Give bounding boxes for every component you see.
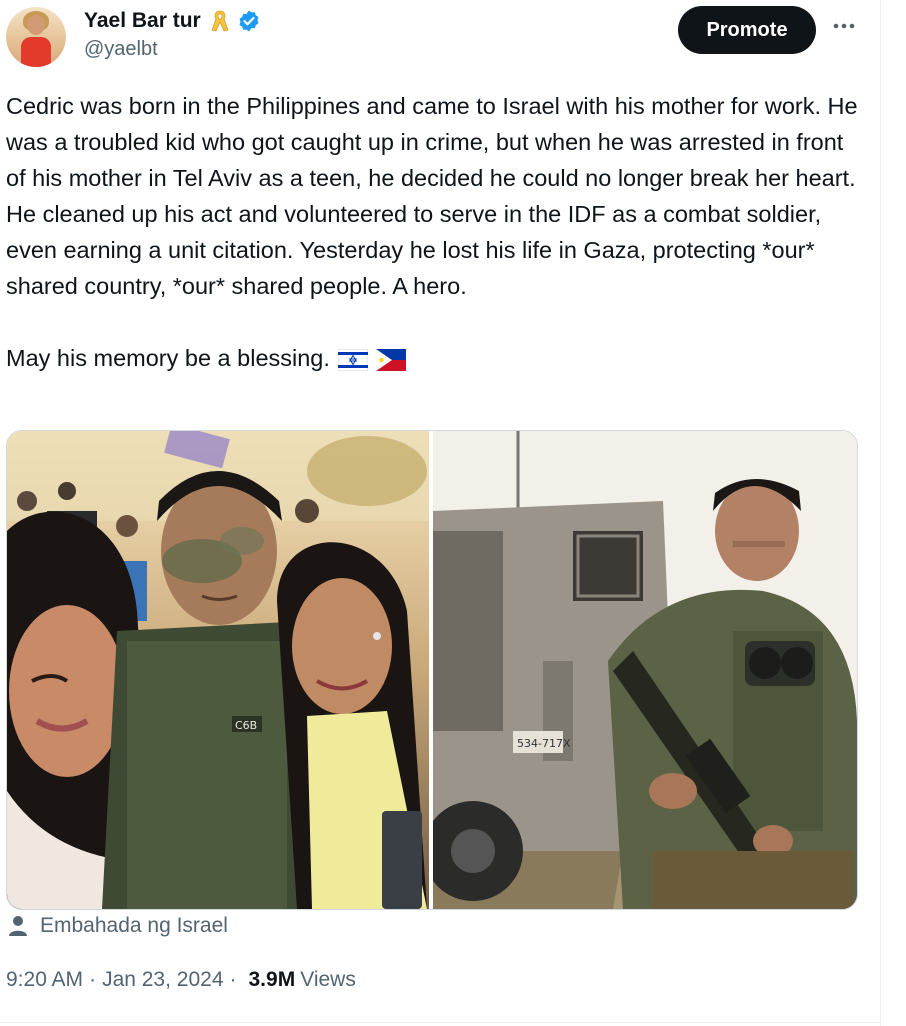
author-name-row[interactable]: Yael Bar tur bbox=[84, 6, 261, 36]
timeline-border bbox=[880, 0, 881, 1026]
views-count[interactable]: 3.9M bbox=[249, 968, 296, 992]
soldier-photo[interactable]: 534-717X bbox=[433, 431, 857, 909]
author-display-name[interactable]: Yael Bar tur bbox=[84, 9, 201, 33]
media-grid[interactable]: C6B 534-717X bbox=[6, 430, 858, 910]
avatar[interactable] bbox=[6, 7, 66, 67]
vehicle-plate-label: 534-717X bbox=[517, 737, 571, 750]
bottom-divider bbox=[0, 1022, 880, 1023]
more-horizontal-icon[interactable] bbox=[830, 14, 858, 38]
tweet-text: Cedric was born in the Philippines and c… bbox=[6, 88, 866, 376]
author-handle[interactable]: @yaelbt bbox=[84, 38, 158, 61]
tweet-paragraph-2: May his memory be a blessing. bbox=[6, 345, 330, 371]
yellow-ribbon-icon bbox=[211, 10, 229, 32]
media-attribution[interactable]: Embahada ng Israel bbox=[8, 914, 228, 938]
tweet-time[interactable]: 9:20 AM bbox=[6, 968, 83, 992]
meta-separator: · bbox=[89, 968, 97, 991]
promote-button[interactable]: Promote bbox=[678, 6, 816, 54]
tweet-date[interactable]: Jan 23, 2024 bbox=[102, 968, 223, 992]
selfie-photo[interactable]: C6B bbox=[7, 431, 429, 909]
israel-flag-icon bbox=[337, 348, 368, 371]
attribution-label[interactable]: Embahada ng Israel bbox=[40, 914, 228, 938]
tweet-meta: 9:20 AM · Jan 23, 2024 · 3.9M Views bbox=[6, 968, 356, 992]
views-label[interactable]: Views bbox=[300, 968, 356, 992]
meta-separator: · bbox=[229, 968, 237, 991]
person-icon bbox=[9, 916, 27, 936]
philippines-flag-icon bbox=[375, 348, 406, 371]
tweet-paragraph-1: Cedric was born in the Philippines and c… bbox=[6, 93, 865, 299]
vest-tag-label: C6B bbox=[235, 719, 257, 732]
verified-badge-icon[interactable] bbox=[237, 9, 261, 33]
